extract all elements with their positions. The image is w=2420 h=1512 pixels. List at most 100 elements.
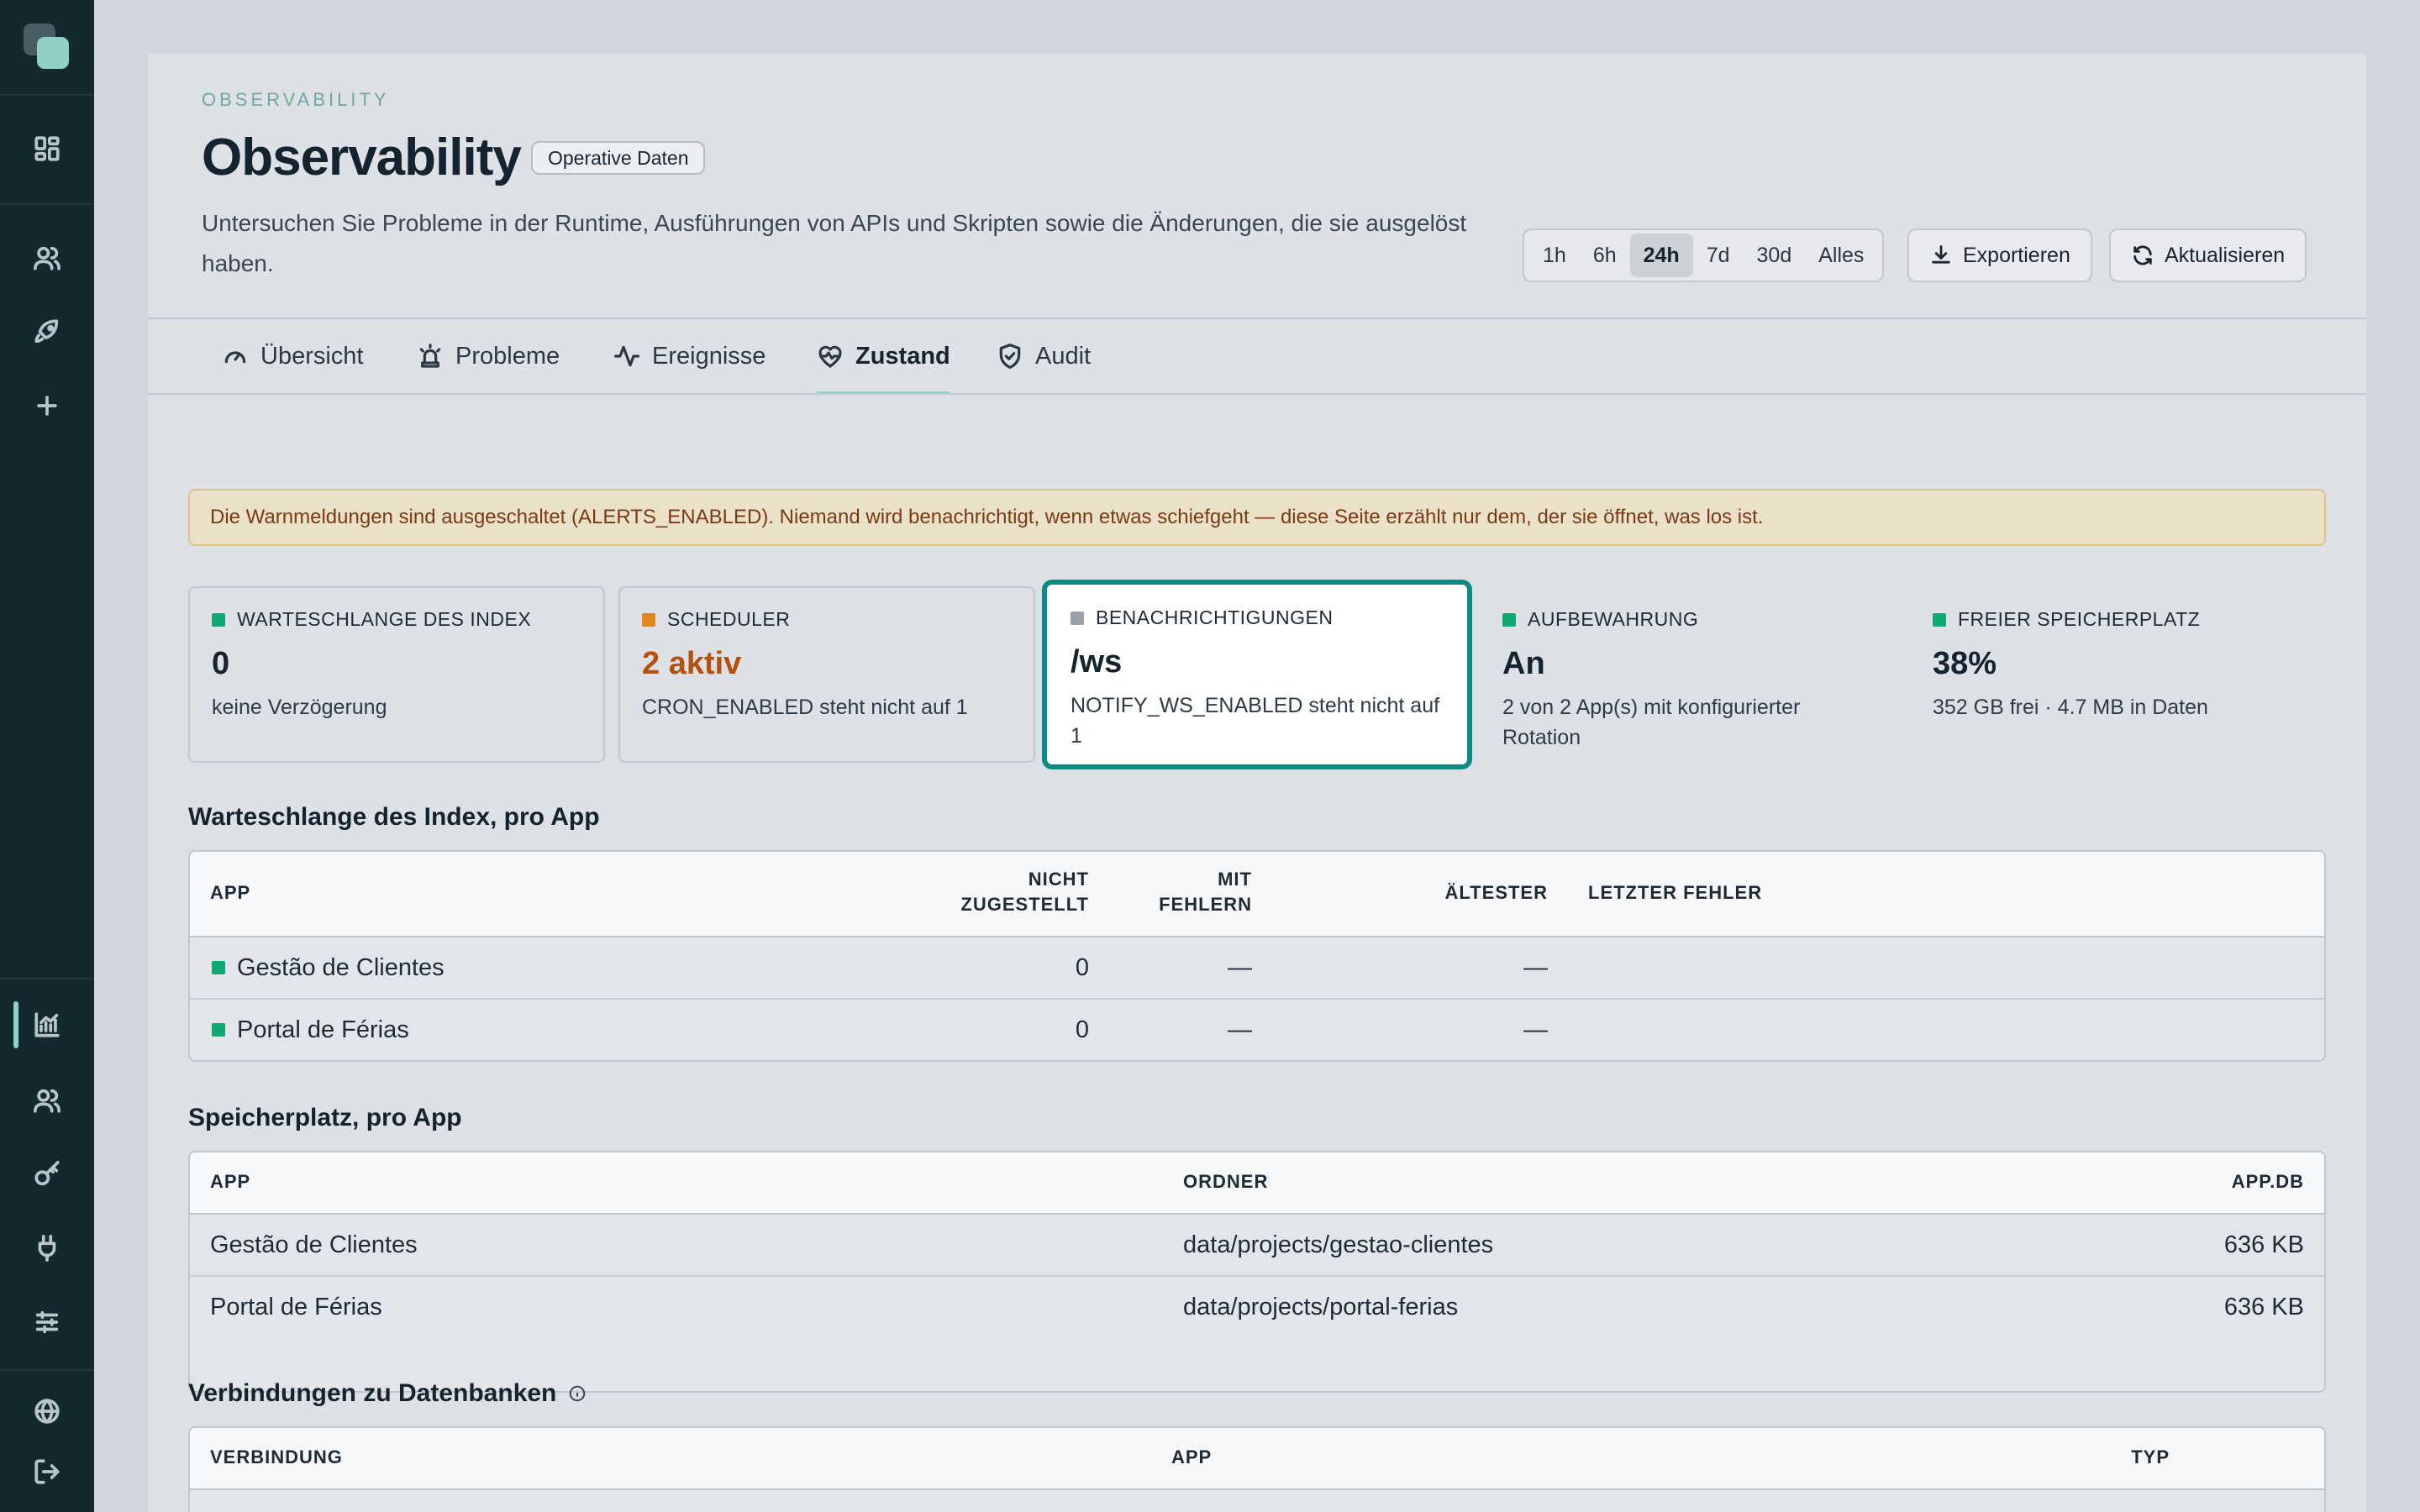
section-title-text: Speicherplatz, pro App <box>188 1104 462 1131</box>
connections-section-title: Verbindungen zu Datenbanken <box>188 1379 587 1408</box>
cell-failed: — <box>1228 954 1252 981</box>
table-row[interactable]: Gestão de Clientes data/projects/gestao-… <box>190 1215 2324 1277</box>
card-label: SCHEDULER <box>667 608 791 630</box>
col-failed-line2: FEHLERN <box>1159 894 1252 915</box>
table-row[interactable]: Gestão de Clientes 0 — — <box>190 937 2324 1000</box>
plug-icon[interactable] <box>30 1231 64 1265</box>
cell-app: Gestão de Clientes <box>237 954 445 981</box>
status-card-free-disk[interactable]: FREIER SPEICHERPLATZ 38% 352 GB frei · 4… <box>1909 586 2326 763</box>
cell-undelivered: 0 <box>1075 1016 1089 1043</box>
card-detail: keine Verzögerung <box>212 696 387 719</box>
refresh-label: Aktualisieren <box>2165 243 2286 267</box>
cell-app-db: 636 KB <box>2223 1294 2304 1320</box>
activity-icon <box>614 345 639 367</box>
team-icon[interactable] <box>30 1084 64 1117</box>
card-label: FREIER SPEICHERPLATZ <box>1958 608 2201 630</box>
tabs-divider <box>148 393 2366 395</box>
sidebar-divider <box>0 203 94 205</box>
globe-icon[interactable] <box>30 1394 64 1428</box>
status-dot <box>1502 612 1516 627</box>
status-dot <box>642 612 655 627</box>
sidebar-divider <box>0 978 94 979</box>
settings-sliders-icon[interactable] <box>30 1305 64 1339</box>
tab-label: Probleme <box>455 342 560 370</box>
observability-chart-icon[interactable] <box>30 1008 64 1042</box>
cell-app: Portal de Férias <box>237 1016 409 1043</box>
col-last-error: LETZTER FEHLER <box>1588 882 1763 903</box>
tab-problems[interactable]: Probleme <box>417 319 560 393</box>
card-value: 38% <box>1933 646 1997 681</box>
rocket-icon[interactable] <box>30 315 64 349</box>
col-type: TYP <box>2131 1446 2170 1467</box>
shield-check-icon <box>999 344 1021 369</box>
time-range-7d[interactable]: 7d <box>1693 234 1744 277</box>
sidebar-divider <box>0 94 94 96</box>
status-card-notifications[interactable]: BENACHRICHTIGUNGEN /ws NOTIFY_WS_ENABLED… <box>1042 580 1472 769</box>
card-label: BENACHRICHTIGUNGEN <box>1096 606 1334 628</box>
tab-health[interactable]: Zustand <box>817 319 950 395</box>
col-folder: ORDNER <box>1183 1171 1269 1192</box>
heart-pulse-icon <box>818 345 842 368</box>
table-row[interactable]: Portal de Férias 0 — — <box>190 1000 2324 1060</box>
status-dot <box>1933 612 1946 627</box>
col-app-db: APP.DB <box>2231 1171 2304 1192</box>
status-dot <box>212 961 225 974</box>
status-card-retention[interactable]: AUFBEWAHRUNG An 2 von 2 App(s) mit konfi… <box>1479 586 1896 763</box>
page-title: Observability <box>202 129 522 186</box>
dashboard-icon[interactable] <box>30 132 64 165</box>
connections-table: VERBINDUNG APP TYP <box>188 1426 2326 1512</box>
refresh-icon <box>2133 245 2152 265</box>
refresh-button[interactable]: Aktualisieren <box>2109 228 2307 282</box>
status-card-index-queue[interactable]: WARTESCHLANGE DES INDEX 0 keine Verzöger… <box>188 586 605 763</box>
tab-label: Ereignisse <box>652 342 766 370</box>
tab-audit[interactable]: Audit <box>997 319 1091 393</box>
tab-events[interactable]: Ereignisse <box>613 319 765 393</box>
card-detail: NOTIFY_WS_ENABLED steht nicht auf 1 <box>1071 694 1440 748</box>
tab-label: Übersicht <box>260 342 364 370</box>
status-card-scheduler[interactable]: SCHEDULER 2 aktiv CRON_ENABLED steht nic… <box>618 586 1035 763</box>
col-oldest: ÄLTESTER <box>1444 882 1548 903</box>
add-icon[interactable] <box>30 389 64 423</box>
gauge-icon <box>224 351 246 364</box>
page-eyebrow: OBSERVABILITY <box>202 89 390 110</box>
col-connection: VERBINDUNG <box>210 1446 343 1467</box>
app-sidebar <box>0 0 94 1512</box>
card-value: 0 <box>212 646 230 681</box>
storage-table: APP ORDNER APP.DB Gestão de Clientes dat… <box>188 1151 2326 1393</box>
section-title-text: Warteschlange des Index, pro App <box>188 803 600 831</box>
export-button[interactable]: Exportieren <box>1907 228 2092 282</box>
app-logo[interactable] <box>24 24 71 71</box>
active-indicator <box>13 1001 18 1048</box>
download-icon <box>1932 245 1950 264</box>
info-icon[interactable] <box>568 1384 587 1403</box>
time-range-6h[interactable]: 6h <box>1580 234 1630 277</box>
status-dot <box>212 612 225 627</box>
card-value: An <box>1502 646 1545 681</box>
time-range-30d[interactable]: 30d <box>1744 234 1806 277</box>
time-range-24h[interactable]: 24h <box>1629 234 1693 277</box>
table-row[interactable]: Portal de Férias data/projects/portal-fe… <box>190 1277 2324 1339</box>
card-value: /ws <box>1071 644 1123 680</box>
tab-label: Zustand <box>855 342 950 370</box>
siren-icon <box>419 344 441 368</box>
col-app: APP <box>1171 1446 1213 1467</box>
storage-section-title: Speicherplatz, pro App <box>188 1104 462 1132</box>
table-header: APP ORDNER APP.DB <box>190 1152 2324 1215</box>
page-description: Untersuchen Sie Probleme in der Runtime,… <box>202 210 1467 276</box>
table-header: VERBINDUNG APP TYP <box>190 1428 2324 1490</box>
sidebar-divider <box>0 1369 94 1371</box>
users-icon[interactable] <box>30 241 64 275</box>
header-badge: Operative Daten <box>531 141 706 175</box>
key-icon[interactable] <box>30 1158 64 1191</box>
card-label: AUFBEWAHRUNG <box>1528 608 1699 630</box>
cell-undelivered: 0 <box>1075 954 1089 981</box>
card-value: 2 aktiv <box>642 646 742 681</box>
cell-folder: data/projects/portal-ferias <box>1183 1294 1459 1320</box>
time-range-1h[interactable]: 1h <box>1529 234 1580 277</box>
logout-icon[interactable] <box>30 1455 64 1488</box>
card-detail: 2 von 2 App(s) mit konfigurierter Rotati… <box>1502 696 1801 749</box>
time-range-all[interactable]: Alles <box>1805 234 1877 277</box>
tab-overview[interactable]: Übersicht <box>222 319 364 393</box>
col-app: APP <box>210 882 251 903</box>
time-range-selector: 1h 6h 24h 7d 30d Alles <box>1523 228 1885 282</box>
